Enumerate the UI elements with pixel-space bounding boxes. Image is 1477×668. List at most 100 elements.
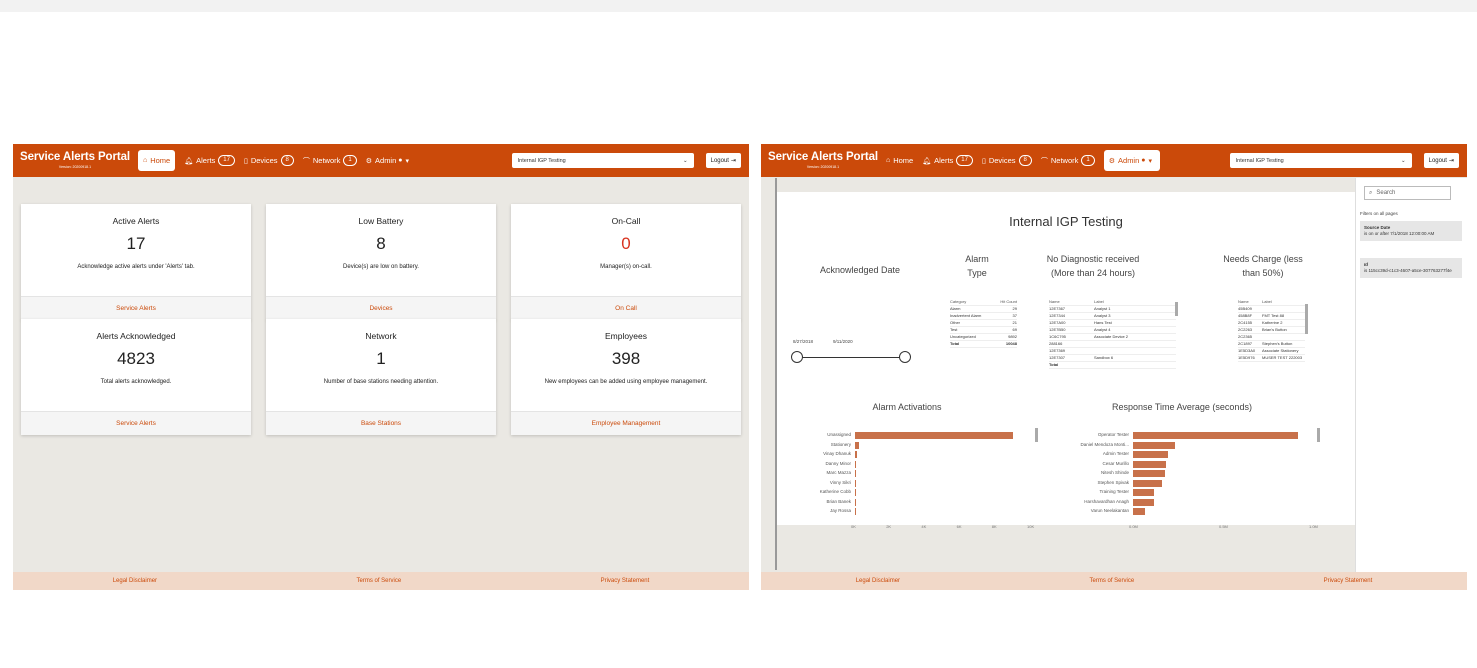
cell — [1262, 334, 1305, 340]
logout-button[interactable]: Logout ⇥ — [705, 153, 741, 168]
home-screen: Service Alerts Portal Version: 20200918.… — [13, 144, 749, 590]
nav-network[interactable]: ⌒ Network 1 — [1041, 150, 1095, 171]
date-slider-start-handle[interactable] — [791, 351, 803, 363]
date-slider-end-handle[interactable] — [899, 351, 911, 363]
table-row[interactable]: 12E7369 — [1049, 348, 1176, 355]
bar[interactable] — [1133, 432, 1298, 439]
cell — [1094, 348, 1176, 354]
table-row[interactable]: Uncategorized 9892 — [950, 334, 1017, 341]
table-row[interactable]: 12E7A00 Hans Test — [1049, 320, 1176, 327]
info-icon: ● — [1141, 157, 1146, 164]
terms-link[interactable]: Terms of Service — [356, 578, 401, 584]
nav-devices[interactable]: ▯ Devices 8 — [244, 150, 294, 171]
nav-home[interactable]: ⌂ Home — [886, 150, 913, 171]
table-row[interactable]: 12E7344 Analyst 3 — [1049, 313, 1176, 320]
nav-admin[interactable]: ⚙ Admin ● ▾ — [366, 150, 412, 171]
bar-label: Jay Rossa — [829, 508, 851, 513]
card-value: 1 — [376, 349, 386, 368]
bar[interactable] — [855, 508, 856, 515]
table-row[interactable]: Inadvertent Alarm 37 — [950, 313, 1017, 320]
filter-search-input[interactable]: ⌕ Search — [1364, 186, 1451, 200]
table-row[interactable]: 2C1897 Stephen's Button — [1238, 341, 1305, 348]
card-link-service-alerts[interactable]: Service Alerts — [21, 296, 251, 320]
table-row[interactable]: Test 69 — [950, 327, 1017, 334]
bar[interactable] — [1133, 460, 1166, 468]
nav-alerts[interactable]: 🔔︎ Alerts 17 — [922, 150, 973, 171]
bar[interactable] — [855, 489, 856, 496]
card-link-on-call[interactable]: On Call — [511, 296, 741, 320]
cell: 12E7367 — [1049, 306, 1066, 311]
nav-admin[interactable]: ⚙ Admin ● ▾ — [1103, 150, 1161, 171]
filter-description: is on or after 7/1/2018 12:00:00 AM — [1364, 231, 1435, 236]
brand[interactable]: Service Alerts Portal Version: 20200918.… — [20, 151, 130, 169]
alarm-activations-chart: Unassigned Stationery Vinay Dhanuk Danny Mi… — [777, 426, 1047, 529]
table-row[interactable]: 1C6C795 Associate Device 2 — [1049, 334, 1176, 341]
nav-home-label: Home — [893, 156, 914, 165]
table-row[interactable]: 1E5D976 MUSER TEST 222003 — [1238, 355, 1305, 362]
cell: Sandbox 6 — [1094, 355, 1114, 360]
bar[interactable] — [855, 451, 857, 458]
table-row[interactable]: 12E7307 Sandbox 6 — [1049, 355, 1176, 362]
bar[interactable] — [1133, 451, 1168, 458]
logout-button[interactable]: Logout ⇥ — [1423, 153, 1459, 168]
no-diagnostic-scrollbar[interactable] — [1175, 302, 1178, 316]
bar[interactable] — [1133, 479, 1162, 487]
nav-alerts[interactable]: 🔔︎ Alerts 17 — [184, 150, 235, 171]
nav-network[interactable]: ⌒ Network 1 — [303, 150, 357, 171]
needs-charge-scrollbar[interactable] — [1305, 304, 1308, 334]
bar[interactable] — [855, 479, 857, 487]
table-row[interactable]: 288166 — [1049, 341, 1176, 348]
brand[interactable]: Service Alerts Portal Version: 20200918.… — [768, 151, 878, 169]
bar[interactable] — [1133, 508, 1145, 515]
no-diagnostic-table: Name Label 12E7367 Analyst 1 12E7344 Analy… — [1049, 299, 1176, 385]
bar[interactable] — [855, 498, 856, 506]
card-link-service-alerts[interactable]: Service Alerts — [21, 411, 251, 435]
table-row[interactable]: 458B8F FMT Test 88 — [1238, 313, 1305, 320]
chart-scrollbar[interactable] — [1035, 428, 1038, 442]
bar[interactable] — [855, 441, 859, 449]
account-select[interactable]: Internal IGP Testing ⌄ — [511, 153, 694, 168]
bar[interactable] — [1133, 489, 1154, 496]
legal-disclaimer-link[interactable]: Legal Disclaimer — [113, 578, 157, 584]
card-title: Network — [365, 331, 397, 341]
bar[interactable] — [1133, 470, 1165, 477]
cell: Brian's Button — [1262, 327, 1287, 332]
card-value: 17 — [126, 234, 146, 253]
bar-label: Harshavardhan Anagh — [1084, 498, 1129, 504]
filter-card-id[interactable]: Id is 115cc39d-c1c3-4607-a5ce-307763277f… — [1360, 258, 1462, 278]
bar[interactable] — [855, 470, 857, 477]
bar[interactable] — [855, 460, 857, 468]
chart-scrollbar[interactable] — [1317, 428, 1320, 442]
bar[interactable] — [1133, 441, 1175, 449]
table-row[interactable]: 2C2365 — [1238, 334, 1305, 341]
table-row[interactable]: 2C2263 Brian's Button — [1238, 327, 1305, 334]
card-description: Total alerts acknowledged. — [100, 379, 172, 385]
bar[interactable] — [1133, 498, 1154, 506]
table-row[interactable]: Alarm 29 — [950, 306, 1017, 313]
table-row[interactable]: 12E7B50 Analyst 4 — [1049, 327, 1176, 334]
table-row[interactable]: 2C4155 Katherine 2 — [1238, 320, 1305, 327]
nav-home[interactable]: ⌂ Home — [137, 150, 176, 171]
no-diagnostic-title: No Diagnostic received (More than 24 hou… — [1046, 254, 1140, 278]
cell: 2C4155 — [1238, 320, 1253, 325]
table-row[interactable]: 1E5D3A0 Associate Stationery — [1238, 348, 1305, 355]
card-link-devices[interactable]: Devices — [266, 296, 496, 320]
card-title: Alerts Acknowledged — [96, 331, 176, 341]
table-row[interactable]: Other 21 — [950, 320, 1017, 327]
account-select[interactable]: Internal IGP Testing ⌄ — [1229, 153, 1412, 168]
table-row[interactable]: 45B409 — [1238, 306, 1305, 313]
privacy-link[interactable]: Privacy Statement — [1324, 578, 1373, 584]
table-row[interactable]: 12E7367 Analyst 1 — [1049, 306, 1176, 313]
nav-devices[interactable]: ▯ Devices 8 — [982, 150, 1032, 171]
terms-link[interactable]: Terms of Service — [1089, 578, 1134, 584]
legal-disclaimer-link[interactable]: Legal Disclaimer — [856, 578, 900, 584]
privacy-link[interactable]: Privacy Statement — [601, 578, 650, 584]
bar-label: Marc Mazza — [826, 470, 851, 475]
filter-card-source-date[interactable]: Source Date is on or after 7/1/2018 12:0… — [1360, 221, 1462, 241]
axis-tick-label: 0K — [851, 523, 856, 529]
date-slider-track[interactable] — [797, 357, 905, 358]
card-link-employee-management[interactable]: Employee Management — [511, 411, 741, 435]
bar[interactable] — [855, 432, 1014, 439]
alarm-type-table: Category Hit Count Alarm 29 Inadvertent A… — [950, 299, 1017, 348]
card-link-base-stations[interactable]: Base Stations — [266, 411, 496, 435]
